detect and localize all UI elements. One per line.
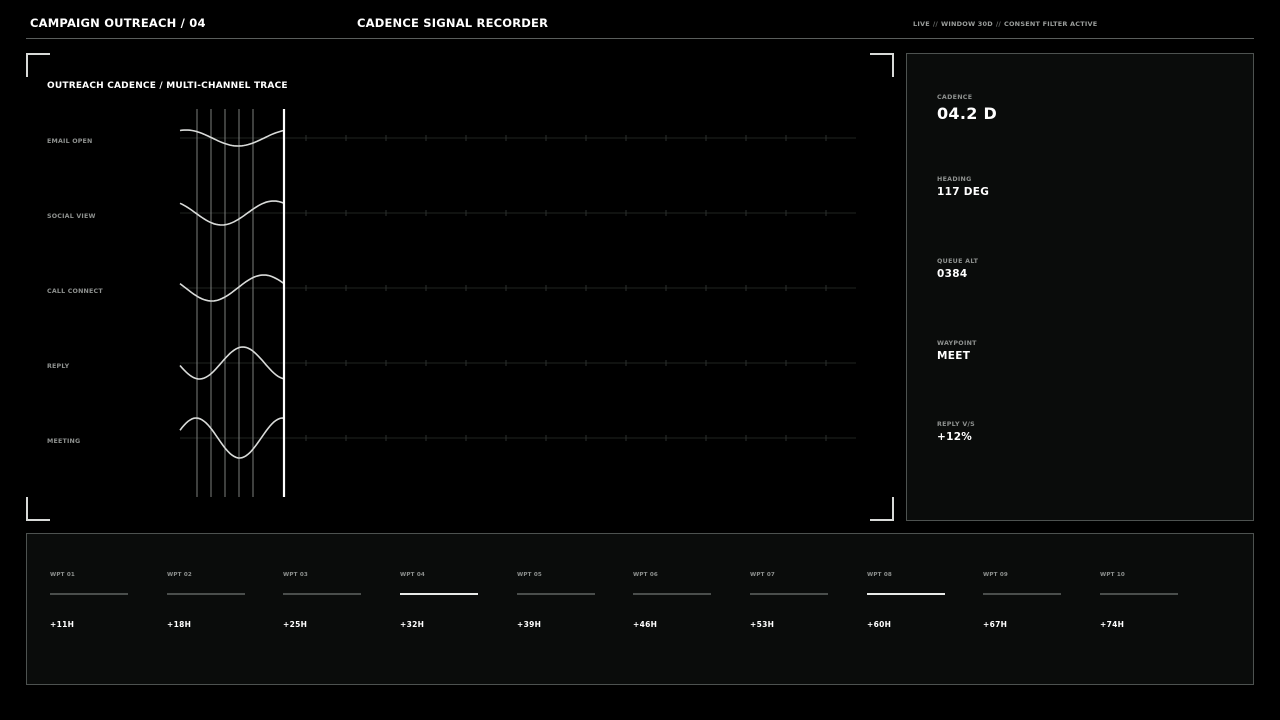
waypoint-label: WPT 01	[50, 572, 76, 578]
queue-alt-label: QUEUE ALT	[937, 258, 979, 265]
waypoint-offset: +74H	[1100, 620, 1125, 629]
waypoint-label: WPT 10	[1100, 572, 1126, 578]
waypoint-item[interactable]: WPT 10 +74H	[1100, 534, 1210, 684]
waypoint-offset: +60H	[867, 620, 892, 629]
waypoint-offset: +46H	[633, 620, 658, 629]
waypoint-item[interactable]: WPT 08 +60H	[867, 534, 977, 684]
cadence-value: 04.2 D	[937, 104, 998, 123]
waypoint-label: WPT 09	[983, 572, 1009, 578]
channel-baselines	[180, 137, 856, 439]
waypoint-item[interactable]: WPT 01 +11H	[50, 534, 160, 684]
waypoint-item[interactable]: WPT 04 +32H	[400, 534, 510, 684]
waypoint-offset: +53H	[750, 620, 775, 629]
heading-label: HEADING	[937, 176, 972, 183]
waypoint-bar	[400, 593, 478, 595]
waypoint-value: MEET	[937, 350, 971, 362]
waypoint-label: WAYPOINT	[937, 340, 977, 347]
waypoint-item[interactable]: WPT 07 +53H	[750, 534, 860, 684]
waypoint-bar	[983, 593, 1061, 595]
waypoint-offset: +25H	[283, 620, 308, 629]
waypoint-bar	[633, 593, 711, 595]
reply-vs-label: REPLY V/S	[937, 421, 975, 428]
heading-value: 117 DEG	[937, 186, 990, 198]
waypoint-bar	[750, 593, 828, 595]
waypoint-item[interactable]: WPT 06 +46H	[633, 534, 743, 684]
trace-cursors	[196, 109, 254, 497]
waypoint-item[interactable]: WPT 09 +67H	[983, 534, 1093, 684]
waypoint-offset: +32H	[400, 620, 425, 629]
reply-vs-value: +12%	[937, 431, 973, 443]
waypoint-item[interactable]: WPT 03 +25H	[283, 534, 393, 684]
channel-waves	[179, 129, 285, 459]
waypoint-bar	[867, 593, 945, 595]
waypoint-label: WPT 04	[400, 572, 426, 578]
waypoint-label: WPT 05	[517, 572, 543, 578]
waypoint-item[interactable]: WPT 05 +39H	[517, 534, 627, 684]
waypoint-offset: +18H	[167, 620, 192, 629]
waypoint-item[interactable]: WPT 02 +18H	[167, 534, 277, 684]
readout-panel: CADENCE 04.2 D HEADING 117 DEG QUEUE ALT…	[906, 53, 1254, 521]
waypoint-bar	[1100, 593, 1178, 595]
waypoint-label: WPT 02	[167, 572, 193, 578]
cadence-label: CADENCE	[937, 94, 973, 101]
waypoint-bar	[517, 593, 595, 595]
waypoint-bar	[167, 593, 245, 595]
waypoint-offset: +67H	[983, 620, 1008, 629]
waypoint-offset: +39H	[517, 620, 542, 629]
waypoint-bar	[50, 593, 128, 595]
waypoint-label: WPT 07	[750, 572, 776, 578]
queue-alt-value: 0384	[937, 268, 968, 280]
waypoint-bar	[283, 593, 361, 595]
waypoint-label: WPT 03	[283, 572, 309, 578]
waypoint-label: WPT 06	[633, 572, 659, 578]
waypoint-offset: +11H	[50, 620, 75, 629]
waypoint-strip: WPT 01 +11H WPT 02 +18H WPT 03 +25H WPT …	[26, 533, 1254, 685]
waypoint-label: WPT 08	[867, 572, 893, 578]
